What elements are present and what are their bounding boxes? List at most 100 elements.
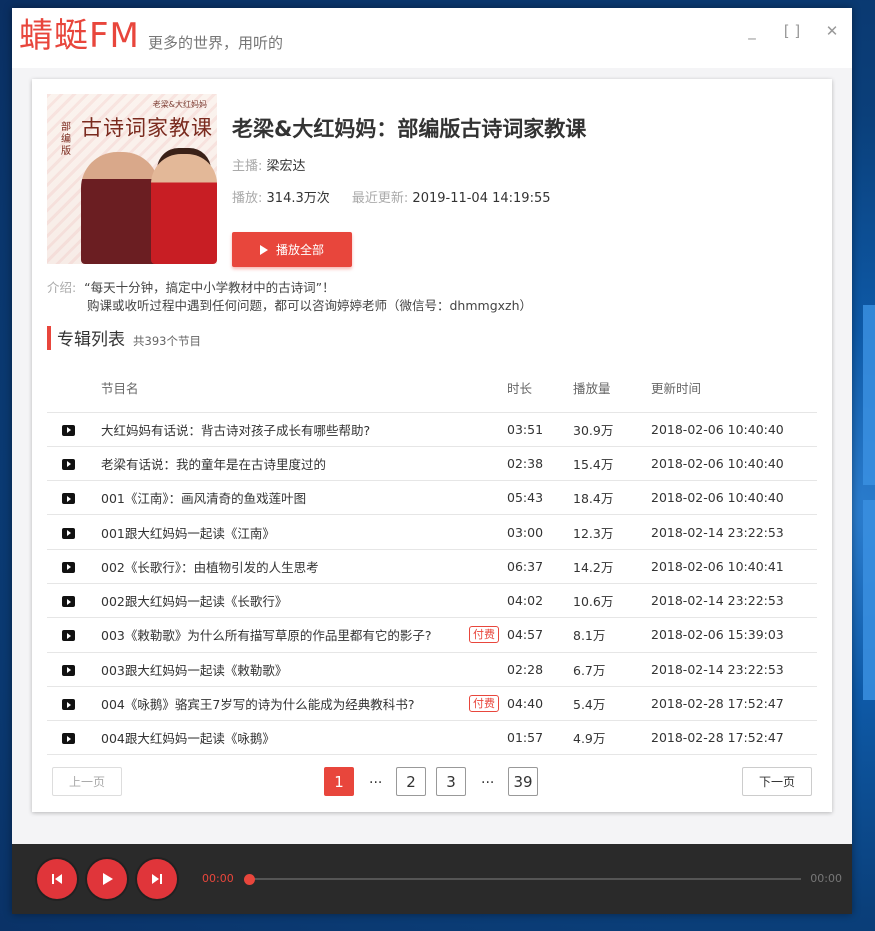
list-count: 共393个节目 [133,334,201,348]
play-icon[interactable] [62,664,75,676]
cover-person-right [151,154,217,264]
table-row[interactable]: 003《敕勒歌》为什么所有描写草原的作品里都有它的影子? 付费 04:57 8.1万 2… [47,617,817,653]
intro-label: 介绍: [47,280,77,295]
track-list: 大红妈妈有话说：背古诗对孩子成长有哪些帮助? 03:51 30.9万 2018-02-… [47,412,817,756]
track-plays: 12.3万 [573,514,651,550]
play-icon[interactable] [62,561,75,573]
play-icon[interactable] [62,733,75,745]
album-intro: 介绍: “每天十分钟，搞定中小学教材中的古诗词”！ 购课或收听过程中遇到任何问题… [47,279,532,315]
header-plays: 播放量 [573,363,651,413]
page-ellipsis: ... [369,771,383,787]
paid-badge: 付费 [469,695,499,713]
minimize-button[interactable]: _ [742,22,762,40]
window-controls: _ [ ] ✕ [742,22,842,40]
intro-line-2: 购课或收听过程中遇到任何问题，都可以咨询婷婷老师（微信号：dhmmgxzh） [87,298,533,313]
track-name[interactable]: 002《长歌行》：由植物引发的人生思考 [101,557,319,576]
play-icon[interactable] [62,527,75,539]
page-1-button[interactable]: 1 [324,767,354,796]
track-plays: 8.1万 [573,617,651,653]
track-name-cell[interactable]: 002《长歌行》：由植物引发的人生思考 [101,549,507,584]
track-name[interactable]: 大红妈妈有话说：背古诗对孩子成长有哪些帮助? [101,420,370,439]
track-name-cell[interactable]: 001《江南》：画风清奇的鱼戏莲叶图 [101,480,507,516]
total-time: 00:00 [810,872,842,885]
host-name[interactable]: 梁宏达 [267,159,306,174]
page-3-button[interactable]: 3 [436,767,466,796]
progress-thumb[interactable] [244,874,255,885]
progress-track[interactable] [249,878,801,880]
track-name[interactable]: 003跟大红妈妈一起读《敕勒歌》 [101,660,287,679]
next-track-button[interactable] [137,859,177,899]
section-accent-bar [47,325,51,350]
host-label: 主播: [232,159,263,174]
play-icon[interactable] [62,630,75,642]
track-plays: 15.4万 [573,446,651,482]
play-icon[interactable] [62,699,75,711]
page-2-button[interactable]: 2 [396,767,426,796]
plays-label: 播放: [232,191,263,206]
track-duration: 05:43 [507,480,573,516]
close-button[interactable]: ✕ [822,22,842,40]
track-name[interactable]: 001跟大红妈妈一起读《江南》 [101,523,275,542]
app-logo[interactable]: 蜻蜓FM [19,18,140,54]
track-name[interactable]: 002跟大红妈妈一起读《长歌行》 [101,591,287,610]
play-icon[interactable] [62,424,75,436]
play-all-button[interactable]: 播放全部 [232,232,352,267]
play-icon[interactable] [62,493,75,505]
table-row[interactable]: 老梁有话说：我的童年是在古诗里度过的 02:38 15.4万 2018-02-06 1… [47,446,817,482]
play-icon[interactable] [62,458,75,470]
track-plays: 14.2万 [573,549,651,584]
track-updated: 2018-02-06 15:39:03 [651,617,817,653]
track-name[interactable]: 老梁有话说：我的童年是在古诗里度过的 [101,454,326,473]
cover-person-left [81,152,159,264]
track-table: 节目名 时长 播放量 更新时间 大红妈妈有话说：背古诗对孩子成长有哪些帮助? 03… [47,363,817,756]
row-play-cell [47,617,101,653]
table-row[interactable]: 004《咏鹅》骆宾王7岁写的诗为什么能成为经典教科书? 付费 04:40 5.4万 20… [47,686,817,722]
row-play-cell [47,720,101,756]
track-table-header: 节目名 时长 播放量 更新时间 [47,363,817,413]
list-header: 专辑列表 共393个节目 [47,325,201,350]
table-row[interactable]: 003跟大红妈妈一起读《敕勒歌》 02:28 6.7万 2018-02-14 23:2… [47,652,817,687]
table-row[interactable]: 大红妈妈有话说：背古诗对孩子成长有哪些帮助? 03:51 30.9万 2018-02-… [47,412,817,447]
track-name-cell[interactable]: 004跟大红妈妈一起读《咏鹅》 [101,720,507,756]
row-play-cell [47,446,101,482]
current-time: 00:00 [202,872,234,885]
updated-value: 2019-11-04 14:19:55 [412,191,551,206]
table-row[interactable]: 001跟大红妈妈一起读《江南》 03:00 12.3万 2018-02-14 23:2… [47,514,817,550]
maximize-button[interactable]: [ ] [782,22,802,40]
previous-track-button[interactable] [37,859,77,899]
main-content: 老梁&大红妈妈 古诗词家教课 部编版 老梁&大红妈妈：部编版古诗词家教课 主播:… [12,68,852,914]
album-card: 老梁&大红妈妈 古诗词家教课 部编版 老梁&大红妈妈：部编版古诗词家教课 主播:… [32,79,832,812]
table-row[interactable]: 002《长歌行》：由植物引发的人生思考 06:37 14.2万 2018-02-06 … [47,549,817,584]
page-39-button[interactable]: 39 [508,767,538,796]
track-name-cell[interactable]: 003跟大红妈妈一起读《敕勒歌》 [101,652,507,687]
title-bar: 蜻蜓FM 更多的世界，用听的 _ [ ] ✕ [12,8,852,68]
cover-caption: 老梁&大红妈妈 [152,100,207,109]
prev-page-button[interactable]: 上一页 [52,767,122,796]
track-name-cell[interactable]: 大红妈妈有话说：背古诗对孩子成长有哪些帮助? [101,412,507,447]
track-name[interactable]: 003《敕勒歌》为什么所有描写草原的作品里都有它的影子? [101,625,432,644]
play-pause-button[interactable] [87,859,127,899]
track-duration: 02:38 [507,446,573,482]
track-updated: 2018-02-06 10:40:40 [651,412,817,447]
track-duration: 01:57 [507,720,573,756]
track-name-cell[interactable]: 002跟大红妈妈一起读《长歌行》 [101,583,507,619]
album-title: 老梁&大红妈妈：部编版古诗词家教课 [232,117,587,141]
next-page-button[interactable]: 下一页 [742,767,812,796]
track-name[interactable]: 001《江南》：画风清奇的鱼戏莲叶图 [101,488,306,507]
track-name-cell[interactable]: 老梁有话说：我的童年是在古诗里度过的 [101,446,507,482]
table-row[interactable]: 002跟大红妈妈一起读《长歌行》 04:02 10.6万 2018-02-14 23:… [47,583,817,619]
table-row[interactable]: 004跟大红妈妈一起读《咏鹅》 01:57 4.9万 2018-02-28 17:52… [47,720,817,756]
page-ellipsis: ... [481,771,495,787]
desktop-tile [863,500,875,700]
app-window: 蜻蜓FM 更多的世界，用听的 _ [ ] ✕ 老梁&大红妈妈 古诗词家教课 部编… [12,8,852,914]
track-updated: 2018-02-06 10:40:41 [651,549,817,584]
track-name[interactable]: 004《咏鹅》骆宾王7岁写的诗为什么能成为经典教科书? [101,694,414,713]
table-row[interactable]: 001《江南》：画风清奇的鱼戏莲叶图 05:43 18.4万 2018-02-06 1… [47,480,817,516]
track-name-cell[interactable]: 001跟大红妈妈一起读《江南》 [101,514,507,550]
play-icon[interactable] [62,596,75,608]
desktop-tile [863,305,875,485]
track-name-cell[interactable]: 003《敕勒歌》为什么所有描写草原的作品里都有它的影子? 付费 [101,617,507,653]
track-name[interactable]: 004跟大红妈妈一起读《咏鹅》 [101,728,275,747]
track-name-cell[interactable]: 004《咏鹅》骆宾王7岁写的诗为什么能成为经典教科书? 付费 [101,686,507,722]
row-play-cell [47,652,101,687]
